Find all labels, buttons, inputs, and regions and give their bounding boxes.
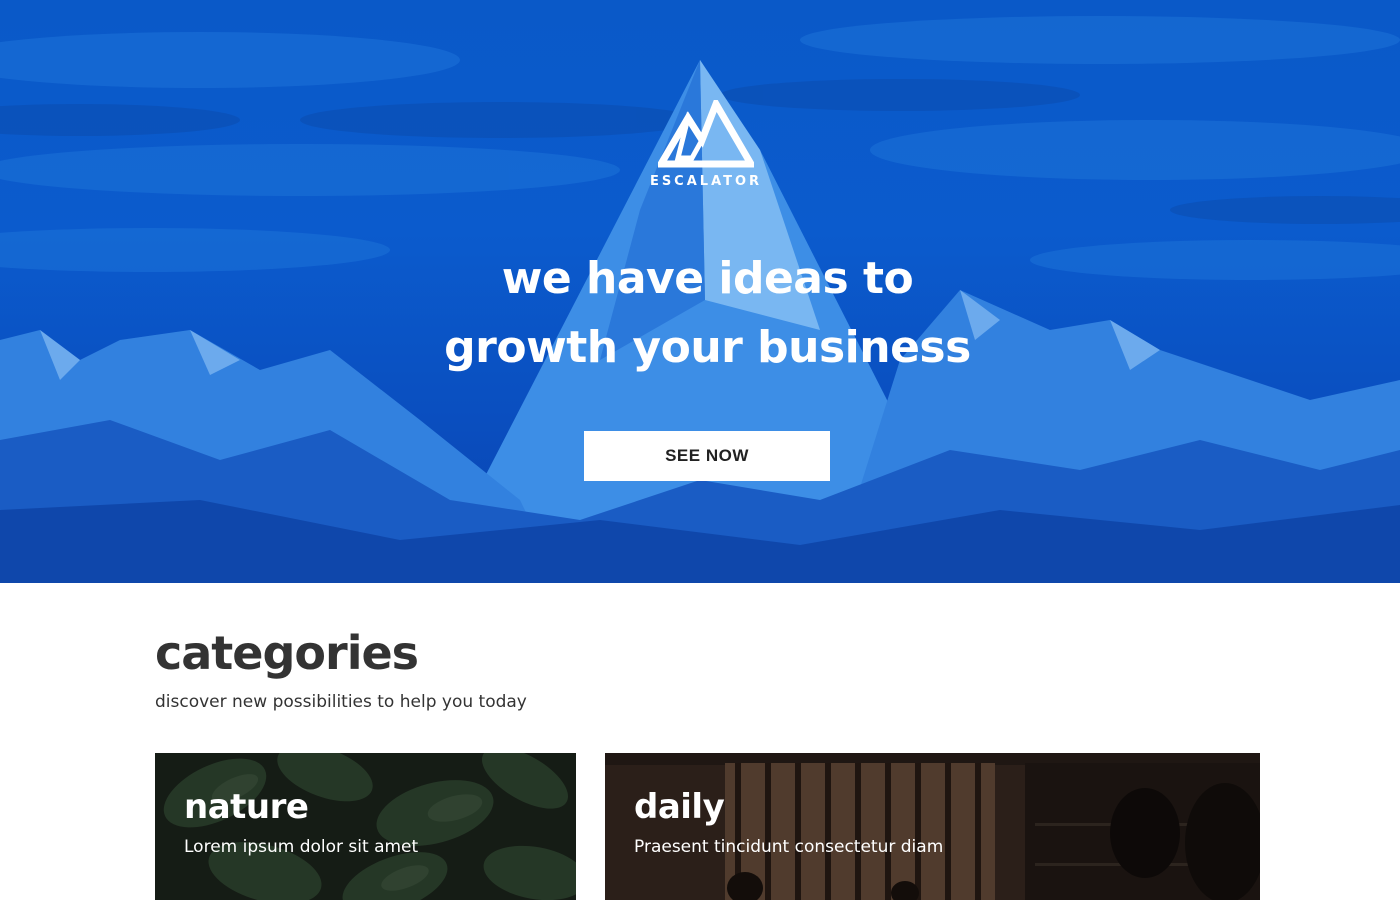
brand-logo[interactable]: ESCALATOR — [640, 100, 772, 189]
card-title: daily — [634, 787, 725, 827]
brand-name: ESCALATOR — [649, 174, 763, 189]
card-title: nature — [184, 787, 309, 827]
hero-headline: we have ideas to growth your business — [0, 244, 1400, 382]
hero-section: ESCALATOR we have ideas to growth your b… — [0, 0, 1400, 583]
card-description: Praesent tincidunt consectetur diam — [634, 837, 944, 857]
hero-headline-line2: growth your business — [444, 322, 971, 373]
mountain-logo-icon — [658, 100, 754, 168]
see-now-button[interactable]: SEE NOW — [584, 431, 830, 481]
category-card-nature[interactable]: nature Lorem ipsum dolor sit amet — [155, 753, 576, 900]
categories-title: categories — [155, 626, 419, 680]
card-description: Lorem ipsum dolor sit amet — [184, 837, 419, 857]
category-card-daily[interactable]: daily Praesent tincidunt consectetur dia… — [605, 753, 1260, 900]
categories-subtitle: discover new possibilities to help you t… — [155, 692, 527, 712]
hero-headline-line1: we have ideas to — [501, 253, 914, 304]
